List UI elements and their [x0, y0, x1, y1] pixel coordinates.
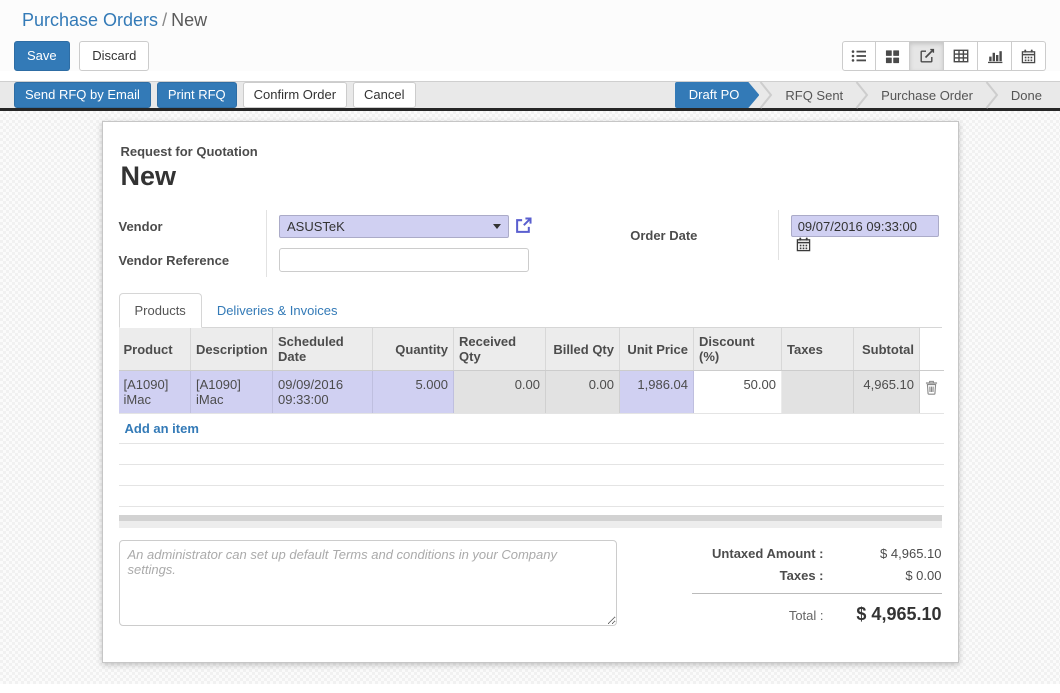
cell-scheduled-date[interactable]: 09/09/2016 09:33:00: [273, 371, 373, 414]
stage-draft-po[interactable]: Draft PO: [675, 82, 760, 108]
chevron-down-icon: [493, 224, 501, 229]
view-switcher: [842, 41, 1046, 71]
taxes-value: $ 0.00: [824, 568, 942, 583]
stage-done[interactable]: Done: [999, 88, 1054, 103]
form-buttons: Save Discard: [14, 41, 149, 71]
cell-billed-qty: 0.00: [546, 371, 620, 414]
chevron-right-icon: [759, 81, 773, 109]
col-header-description: Description: [191, 328, 273, 371]
order-date-label: Order Date: [630, 210, 778, 260]
pivot-table-icon: [953, 48, 969, 64]
control-panel: Purchase Orders/New Save Discard: [0, 0, 1060, 71]
form-sheet: Request for Quotation New Vendor ASUSTeK…: [102, 121, 959, 663]
col-header-taxes: Taxes: [782, 328, 854, 371]
empty-line-row: [119, 444, 944, 465]
external-link-icon[interactable]: [515, 217, 532, 237]
stage-rfq-sent[interactable]: RFQ Sent: [773, 88, 855, 103]
breadcrumb-purchase-orders[interactable]: Purchase Orders: [22, 10, 158, 30]
table-header-row: Product Description Scheduled Date Quant…: [119, 328, 944, 371]
calendar-icon: [1021, 49, 1036, 64]
empty-line-row: [119, 486, 944, 507]
vendor-reference-input[interactable]: [279, 248, 529, 272]
chevron-right-icon: [985, 81, 999, 109]
tab-products[interactable]: Products: [119, 293, 202, 328]
order-date-input[interactable]: [791, 215, 939, 237]
order-line-row: [A1090] iMac [A1090] iMac 09/09/2016 09:…: [119, 371, 944, 414]
add-item-row: Add an item: [119, 414, 944, 444]
confirm-order-button[interactable]: Confirm Order: [243, 82, 347, 108]
vendor-select[interactable]: ASUSTeK: [279, 215, 509, 238]
total-value: $ 4,965.10: [824, 604, 942, 625]
left-field-group: Vendor ASUSTeK Vendor Reference: [119, 210, 631, 277]
untaxed-amount-value: $ 4,965.10: [824, 546, 942, 561]
tab-deliveries-invoices[interactable]: Deliveries & Invoices: [202, 294, 353, 327]
kanban-icon: [885, 49, 900, 64]
print-rfq-button[interactable]: Print RFQ: [157, 82, 237, 108]
col-header-received-qty: Received Qty: [454, 328, 546, 371]
form-background: Request for Quotation New Vendor ASUSTeK…: [0, 111, 1060, 684]
cell-discount[interactable]: 50.00: [694, 371, 782, 414]
delete-line-button[interactable]: [920, 371, 944, 414]
order-lines-table: Product Description Scheduled Date Quant…: [119, 328, 944, 507]
list-icon: [851, 48, 867, 64]
col-header-billed-qty: Billed Qty: [546, 328, 620, 371]
col-header-delete: [920, 328, 944, 371]
kanban-view-button[interactable]: [876, 41, 910, 71]
breadcrumb: Purchase Orders/New: [22, 10, 1060, 31]
calendar-view-button[interactable]: [1012, 41, 1046, 71]
statusbar: Send RFQ by Email Print RFQ Confirm Orde…: [0, 81, 1060, 111]
cell-unit-price[interactable]: 1,986.04: [620, 371, 694, 414]
cell-product[interactable]: [A1090] iMac: [119, 371, 191, 414]
page-title: New: [121, 161, 942, 192]
save-button[interactable]: Save: [14, 41, 70, 71]
list-view-button[interactable]: [842, 41, 876, 71]
empty-line-row: [119, 465, 944, 486]
chevron-right-icon: [855, 81, 869, 109]
discard-button[interactable]: Discard: [79, 41, 149, 71]
cancel-button[interactable]: Cancel: [353, 82, 415, 108]
horizontal-scrollbar[interactable]: [119, 515, 942, 528]
graph-view-button[interactable]: [978, 41, 1012, 71]
cell-subtotal: 4,965.10: [854, 371, 920, 414]
col-header-subtotal: Subtotal: [854, 328, 920, 371]
datepicker-calendar-icon[interactable]: [796, 237, 811, 255]
total-label: Total :: [789, 608, 824, 623]
trash-icon: [925, 383, 938, 398]
edit-form-icon: [919, 48, 935, 64]
col-header-unit-price: Unit Price: [620, 328, 694, 371]
right-field-group: Order Date: [630, 210, 941, 260]
vendor-select-value: ASUSTeK: [287, 219, 493, 234]
col-header-quantity: Quantity: [373, 328, 454, 371]
untaxed-amount-label: Untaxed Amount :: [712, 546, 823, 561]
cell-received-qty: 0.00: [454, 371, 546, 414]
add-an-item-link[interactable]: Add an item: [125, 421, 199, 436]
col-header-scheduled-date: Scheduled Date: [273, 328, 373, 371]
breadcrumb-current: New: [171, 10, 207, 30]
col-header-discount: Discount (%): [694, 328, 782, 371]
col-header-product: Product: [119, 328, 191, 371]
form-subtitle: Request for Quotation: [121, 144, 942, 159]
pivot-view-button[interactable]: [944, 41, 978, 71]
vendor-label: Vendor: [119, 210, 267, 243]
status-pipeline: Draft PO RFQ Sent Purchase Order Done: [675, 80, 1054, 110]
notebook-tabs: Products Deliveries & Invoices: [119, 293, 942, 328]
stage-purchase-order[interactable]: Purchase Order: [869, 88, 985, 103]
breadcrumb-separator: /: [162, 10, 167, 30]
cell-description[interactable]: [A1090] iMac: [191, 371, 273, 414]
totals-summary: Untaxed Amount : $ 4,965.10 Taxes : $ 0.…: [640, 540, 942, 632]
totals-divider: [692, 593, 942, 594]
cell-taxes[interactable]: [782, 371, 854, 414]
scrollbar-thumb[interactable]: [119, 515, 942, 521]
terms-conditions-textarea[interactable]: [119, 540, 617, 626]
send-rfq-by-email-button[interactable]: Send RFQ by Email: [14, 82, 151, 108]
cell-quantity[interactable]: 5.000: [373, 371, 454, 414]
bar-chart-icon: [987, 48, 1003, 64]
taxes-label: Taxes :: [780, 568, 824, 583]
statusbar-buttons: Send RFQ by Email Print RFQ Confirm Orde…: [14, 82, 422, 108]
vendor-reference-label: Vendor Reference: [119, 243, 267, 277]
form-view-button[interactable]: [910, 41, 944, 71]
